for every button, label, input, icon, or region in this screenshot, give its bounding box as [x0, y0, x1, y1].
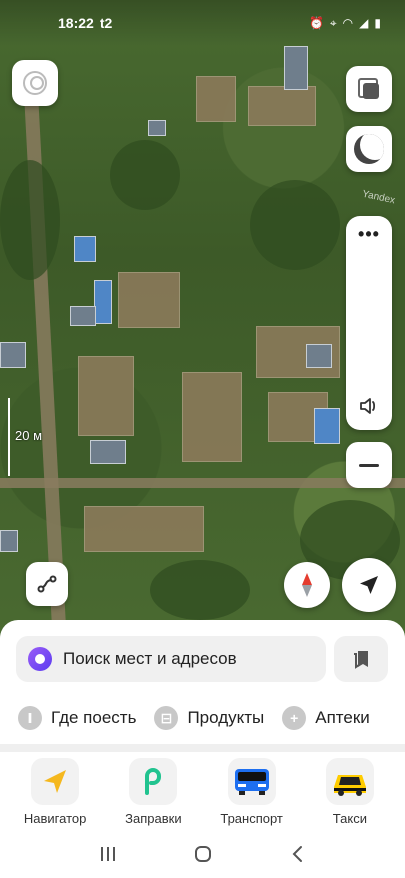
moon-icon — [354, 134, 384, 164]
more-dots-icon[interactable]: ••• — [346, 224, 392, 245]
home-icon[interactable] — [193, 844, 213, 864]
compass-icon — [302, 573, 312, 597]
satellite-map[interactable]: Yandex — [0, 0, 405, 640]
minus-icon — [359, 463, 379, 467]
profile-button[interactable] — [12, 60, 58, 106]
quick-action-label: Аптеки — [315, 708, 370, 727]
map-watermark: Yandex — [361, 188, 396, 207]
location-icon: ⌖ — [329, 15, 337, 30]
services-row: Навигатор Заправки Транспорт Такси — [0, 752, 405, 826]
wifi-icon: ◠ — [342, 16, 354, 30]
bottom-sheet: Поиск мест и адресов ⵏ Где поесть ⊟ Прод… — [0, 620, 405, 878]
navigator-arrow-icon — [44, 769, 67, 793]
battery-icon: ▮ — [374, 16, 381, 30]
service-label: Навигатор — [23, 811, 87, 826]
voice-volume-icon[interactable] — [355, 392, 383, 420]
quick-actions: ⵏ Где поесть ⊟ Продукты + Аптеки — [0, 700, 405, 736]
recent-apps-icon[interactable] — [98, 844, 118, 864]
system-nav-bar — [0, 830, 405, 878]
divider — [0, 744, 405, 752]
status-bar: 18:22 t2 ⏰ ⌖ ◠ ◢ ▮ — [0, 0, 405, 46]
bus-icon — [234, 768, 269, 795]
layers-button[interactable] — [346, 66, 392, 112]
alarm-icon: ⏰ — [308, 16, 324, 30]
quick-action-groceries[interactable]: ⊟ Продукты — [154, 706, 264, 730]
bookmarks-button[interactable] — [334, 636, 388, 682]
my-location-button[interactable] — [342, 558, 396, 612]
quick-action-label: Где поесть — [51, 708, 137, 727]
bookmark-icon — [354, 651, 368, 669]
route-button[interactable] — [26, 562, 68, 606]
quick-action-label: Продукты — [187, 708, 265, 727]
service-label: Транспорт — [220, 811, 283, 826]
basket-icon: ⊟ — [154, 706, 179, 730]
scale-bar — [8, 398, 10, 476]
carrier-badge: t2 — [99, 15, 113, 31]
quick-action-food[interactable]: ⵏ Где поесть — [18, 706, 136, 730]
avatar-icon — [23, 71, 47, 95]
layers-icon — [358, 78, 380, 100]
service-label: Заправки — [125, 811, 182, 826]
signal-icon: ◢ — [359, 16, 369, 30]
pharmacy-cross-icon: + — [282, 706, 307, 730]
scale-label: 20 м — [15, 428, 43, 443]
location-arrow-icon — [360, 576, 378, 594]
status-time: 18:22 — [58, 15, 94, 31]
search-placeholder: Поиск мест и адресов — [63, 649, 237, 668]
quick-action-pharmacy[interactable]: + Аптеки — [282, 706, 370, 730]
status-icons: ⏰ ⌖ ◠ ◢ ▮ — [309, 16, 381, 31]
fuel-icon — [145, 767, 162, 795]
service-navigator[interactable]: Навигатор — [10, 752, 100, 826]
service-taxi[interactable]: Такси — [305, 752, 395, 826]
alice-assistant-icon[interactable] — [28, 647, 52, 671]
compass-button[interactable] — [284, 562, 330, 608]
route-icon — [37, 575, 57, 593]
service-transport[interactable]: Транспорт — [207, 752, 297, 826]
fork-knife-icon: ⵏ — [18, 706, 42, 730]
service-fuel[interactable]: Заправки — [108, 752, 198, 826]
service-label: Такси — [332, 811, 367, 826]
zoom-out-button[interactable] — [346, 442, 392, 488]
taxi-icon — [333, 774, 366, 796]
back-icon[interactable] — [288, 844, 308, 864]
zoom-slider[interactable]: ••• — [346, 216, 392, 430]
search-input[interactable]: Поиск мест и адресов — [16, 636, 326, 682]
night-mode-button[interactable] — [346, 126, 392, 172]
map-scale: 20 м — [8, 398, 48, 476]
